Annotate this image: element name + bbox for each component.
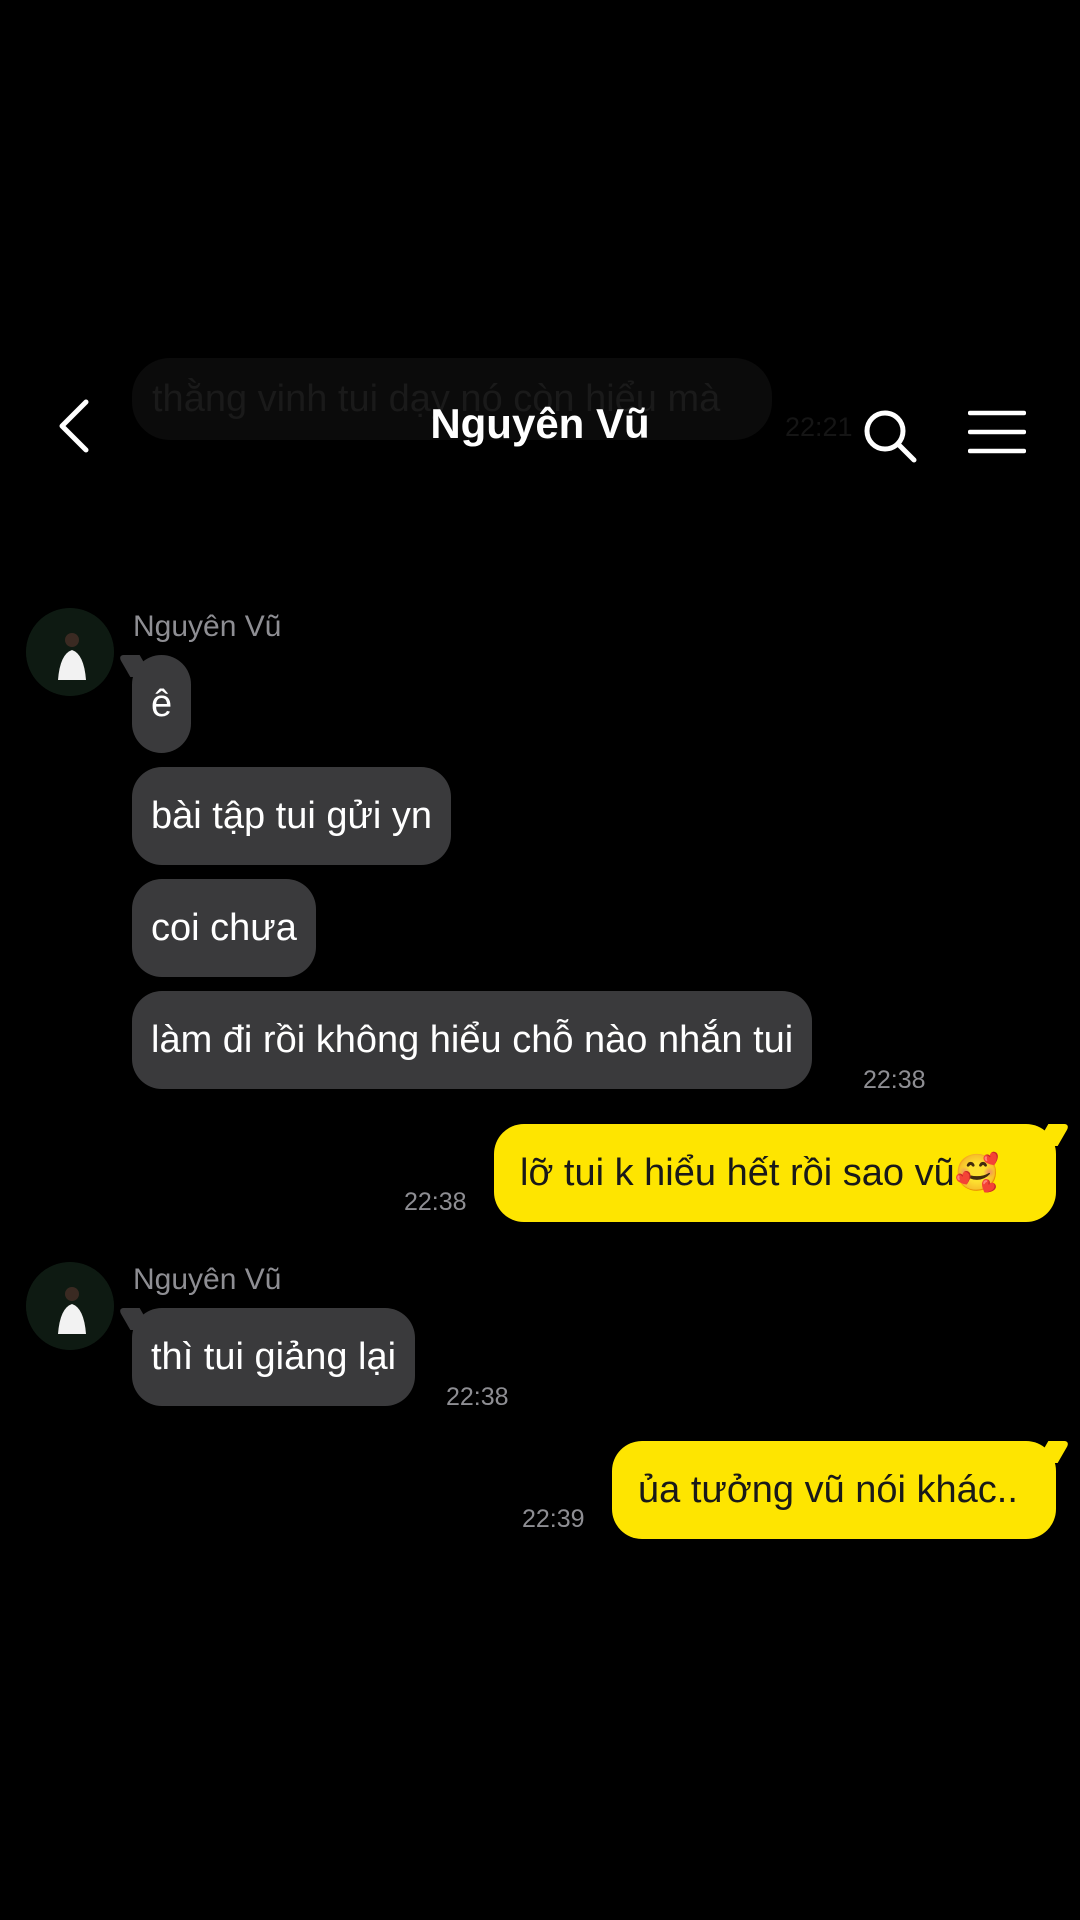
smiling-face-with-hearts-icon: 🥰 <box>954 1152 1000 1193</box>
menu-button[interactable] <box>967 408 1027 456</box>
avatar[interactable] <box>26 1262 114 1350</box>
sender-name: Nguyên Vũ <box>133 610 282 643</box>
avatar[interactable] <box>26 608 114 696</box>
message-time: 22:38 <box>446 1383 509 1411</box>
sender-name: Nguyên Vũ <box>133 1263 282 1296</box>
person-avatar-icon <box>26 608 114 696</box>
incoming-message[interactable]: làm đi rồi không hiểu chỗ nào nhắn tui <box>132 991 813 1089</box>
search-icon <box>864 410 917 463</box>
search-button[interactable] <box>862 408 918 464</box>
message-time: 22:38 <box>404 1188 467 1216</box>
incoming-message[interactable]: coi chưa <box>132 879 316 977</box>
chat-title: Nguyên Vũ <box>430 400 650 447</box>
incoming-message[interactable]: ê <box>132 655 192 753</box>
person-avatar-icon <box>26 1262 114 1350</box>
outgoing-message-text: lỡ tui k hiểu hết rồi sao vũ <box>520 1152 955 1194</box>
message-time: 22:39 <box>522 1505 585 1533</box>
outgoing-message[interactable]: ủa tưởng vũ nói khác.. <box>612 1441 1056 1539</box>
hamburger-menu-icon <box>967 410 1027 454</box>
incoming-message[interactable]: thì tui giảng lại <box>132 1308 416 1406</box>
message-time: 22:38 <box>863 1066 926 1094</box>
outgoing-message[interactable]: lỡ tui k hiểu hết rồi sao vũ🥰 <box>494 1124 1056 1222</box>
incoming-message[interactable]: bài tập tui gửi yn <box>132 767 452 865</box>
